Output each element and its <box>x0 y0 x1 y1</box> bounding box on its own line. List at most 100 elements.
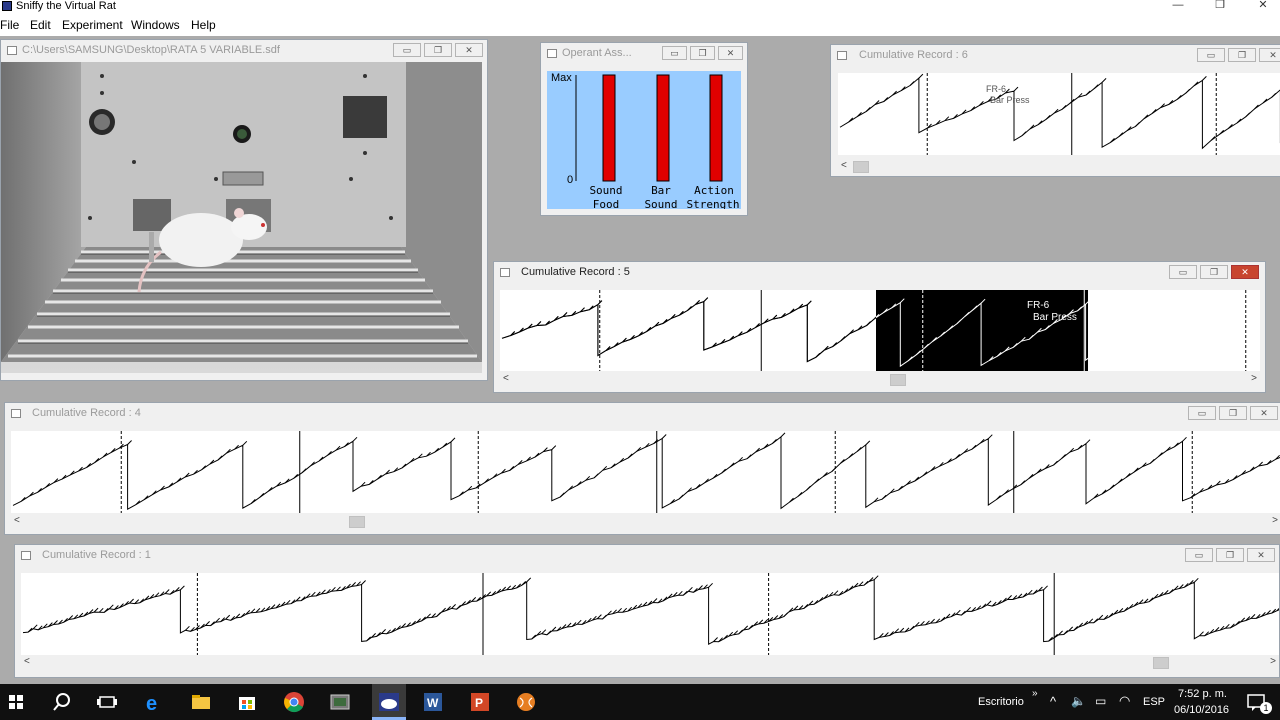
cumulative-response-line <box>839 77 1280 150</box>
menu-windows[interactable]: Windows <box>131 18 180 32</box>
operant-chamber-view[interactable] <box>1 62 482 373</box>
close-button[interactable]: ✕ <box>1231 265 1259 279</box>
window-icon <box>7 46 17 55</box>
clock-date[interactable]: 06/10/2016 <box>1174 704 1229 716</box>
menu-help[interactable]: Help <box>191 18 216 32</box>
close-button[interactable]: ✕ <box>718 46 743 60</box>
operant-window-caption[interactable]: Operant Ass... ▭ ❐ ✕ <box>541 43 747 65</box>
scroll-left-icon[interactable]: < <box>841 160 847 171</box>
app-titlebar: Sniffy the Virtual Rat — ❐ ✕ <box>0 0 1280 14</box>
scroll-thumb[interactable] <box>890 374 906 386</box>
maximize-button[interactable]: ❐ <box>1210 0 1230 11</box>
maximize-button[interactable]: ❐ <box>1200 265 1228 279</box>
close-button[interactable]: ✕ <box>455 43 483 57</box>
cr5-label-fr: FR-6 <box>1027 300 1050 311</box>
cumulative-record-5-window[interactable]: Cumulative Record : 5 ▭ ❐ ✕ FR-6 Bar Pre… <box>493 261 1266 393</box>
maximize-button[interactable]: ❐ <box>1228 48 1256 62</box>
cr4-record-svg <box>12 431 1280 513</box>
app-title: Sniffy the Virtual Rat <box>16 0 116 12</box>
scroll-left-icon[interactable]: < <box>14 515 20 526</box>
edge-icon[interactable]: e <box>142 690 166 715</box>
cr1-caption[interactable]: Cumulative Record : 1 ▭ ❐ ✕ <box>15 545 1279 567</box>
cr5-scrollbar[interactable]: < > <box>500 372 1260 388</box>
powerpoint-icon[interactable]: P <box>468 690 492 714</box>
sniffy-icon[interactable] <box>372 684 406 720</box>
minimize-button[interactable]: ▭ <box>1185 548 1213 562</box>
cumulative-response-line <box>12 435 1280 511</box>
bar-label-sound: Sound <box>589 184 622 197</box>
task-view-icon[interactable] <box>95 690 119 714</box>
scroll-thumb[interactable] <box>853 161 869 173</box>
maximize-button[interactable]: ❐ <box>424 43 452 57</box>
file-explorer-icon[interactable] <box>189 690 213 714</box>
menu-edit[interactable]: Edit <box>30 18 51 32</box>
chamber-window-caption[interactable]: C:\Users\SAMSUNG\Desktop\RATA 5 VARIABLE… <box>1 40 487 62</box>
minimize-button[interactable]: ▭ <box>393 43 421 57</box>
cr6-record-svg <box>839 73 1280 155</box>
operant-bar <box>656 74 670 182</box>
cr6-caption[interactable]: Cumulative Record : 6 ▭ ❐ ✕ <box>831 45 1280 67</box>
store-icon[interactable] <box>235 690 259 714</box>
cr4-plot <box>11 431 1280 513</box>
cr4-caption[interactable]: Cumulative Record : 4 ▭ ❐ ✕ <box>5 403 1280 425</box>
scroll-left-icon[interactable]: < <box>503 373 509 384</box>
cr1-title: Cumulative Record : 1 <box>42 549 151 561</box>
cr5-caption[interactable]: Cumulative Record : 5 ▭ ❐ ✕ <box>494 262 1265 284</box>
minimize-button[interactable]: ▭ <box>1169 265 1197 279</box>
clock-time[interactable]: 7:52 p. m. <box>1178 688 1227 700</box>
baseball-icon[interactable] <box>514 690 538 714</box>
taskbar: e W P Escritorio » ^ 🔈 ▭ ◠ ESP 7:52 p. m… <box>0 684 1280 720</box>
close-button[interactable]: ✕ <box>1259 48 1280 62</box>
cumulative-record-4-window[interactable]: Cumulative Record : 4 ▭ ❐ ✕ < > <box>4 402 1280 535</box>
chrome-icon[interactable] <box>282 690 306 714</box>
cumulative-record-1-window[interactable]: Cumulative Record : 1 ▭ ❐ ✕ < > <box>14 544 1280 678</box>
operant-bar <box>602 74 616 182</box>
wifi-icon[interactable]: ◠ <box>1119 693 1130 709</box>
close-button[interactable]: ✕ <box>1253 0 1273 11</box>
reinforcement-ticks <box>27 575 1279 643</box>
battery-icon[interactable]: ▭ <box>1095 694 1106 708</box>
language-indicator[interactable]: ESP <box>1143 696 1165 708</box>
scroll-right-icon[interactable]: > <box>1270 656 1276 667</box>
menu-file[interactable]: File <box>0 18 19 32</box>
minimize-button[interactable]: ▭ <box>662 46 687 60</box>
window-icon <box>500 268 510 277</box>
maximize-button[interactable]: ❐ <box>1216 548 1244 562</box>
close-button[interactable]: ✕ <box>1247 548 1275 562</box>
volume-icon[interactable]: 🔈 <box>1071 694 1086 708</box>
window-icon <box>547 49 557 58</box>
scroll-thumb[interactable] <box>1153 657 1169 669</box>
start-icon[interactable] <box>4 690 28 714</box>
operant-window-title: Operant Ass... <box>562 47 632 59</box>
cr6-label-press: Bar Press <box>990 95 1030 105</box>
menu-experiment[interactable]: Experiment <box>62 18 123 32</box>
maximize-button[interactable]: ❐ <box>1219 406 1247 420</box>
chevron-icon[interactable]: » <box>1032 688 1038 699</box>
maximize-button[interactable]: ❐ <box>690 46 715 60</box>
scroll-thumb[interactable] <box>349 516 365 528</box>
minimize-button[interactable]: ▭ <box>1197 48 1225 62</box>
cr6-scrollbar[interactable]: < <box>838 159 1280 175</box>
scroll-right-icon[interactable]: > <box>1251 373 1257 384</box>
scroll-right-icon[interactable]: > <box>1272 515 1278 526</box>
cumulative-record-6-window[interactable]: Cumulative Record : 6 ▭ ❐ ✕ FR-6 Bar Pre… <box>830 44 1280 177</box>
word-icon[interactable]: W <box>421 690 445 714</box>
desktop-toolbar-label[interactable]: Escritorio <box>978 696 1024 708</box>
reinforcement-ticks <box>20 432 1280 506</box>
chamber-window[interactable]: C:\Users\SAMSUNG\Desktop\RATA 5 VARIABLE… <box>0 39 488 381</box>
scroll-left-icon[interactable]: < <box>24 656 30 667</box>
bar-label-strength: Strength <box>687 198 740 209</box>
minimize-button[interactable]: ▭ <box>1188 406 1216 420</box>
cr5-title: Cumulative Record : 5 <box>521 266 630 278</box>
cr4-scrollbar[interactable]: < > <box>11 514 1280 530</box>
tray-overflow-icon[interactable]: ^ <box>1050 694 1056 709</box>
operant-associations-window[interactable]: Operant Ass... ▭ ❐ ✕ Max 0 Sound Food Ba… <box>540 42 748 216</box>
window-icon <box>837 51 847 60</box>
cr1-scrollbar[interactable]: < > <box>21 655 1279 671</box>
cr5-plot: FR-6 Bar Press <box>500 290 1260 371</box>
bar-label-bar: Bar <box>651 184 671 197</box>
search-icon[interactable] <box>50 690 74 714</box>
media-icon[interactable] <box>328 690 352 714</box>
minimize-button[interactable]: — <box>1168 0 1188 11</box>
close-button[interactable]: ✕ <box>1250 406 1278 420</box>
